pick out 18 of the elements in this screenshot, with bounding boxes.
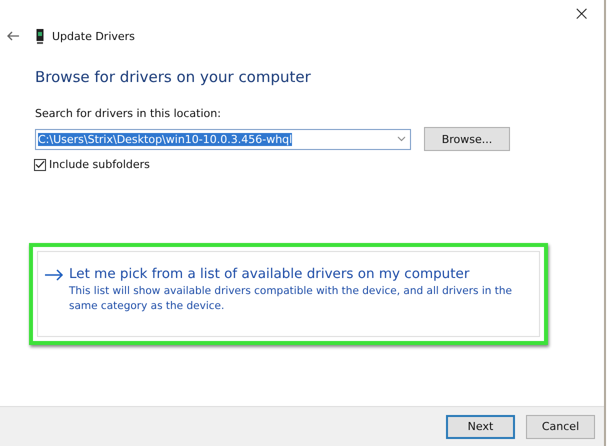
checkbox[interactable] [34,158,46,170]
browse-button[interactable]: Browse... [424,127,510,151]
back-arrow-icon[interactable] [6,31,20,41]
page-heading: Browse for drivers on your computer [35,68,312,86]
dropdown-icon [397,136,406,142]
location-label: Search for drivers in this location: [35,107,222,120]
option-description: This list will show available drivers compatible with the device, and all drivers in the same category as the device. [69,284,513,314]
location-combo[interactable]: C:\Users\Strix\Desktop\win10-10.0.3.456-whql [35,128,411,150]
cancel-button[interactable]: Cancel [526,414,595,438]
device-icon [36,28,44,44]
path-value: C:\Users\Strix\Desktop\win10-10.0.3.456-whql [38,132,292,146]
checkbox-label: Include subfolders [49,158,150,171]
window-title: Update Drivers [52,30,135,42]
check-icon [35,160,45,169]
arrow-icon [44,269,64,281]
pick-driver-link[interactable]: Let me pick from a list of available drivers on my computer [69,266,533,282]
close-button[interactable]: × [559,0,604,26]
next-button[interactable]: Next [446,414,515,438]
